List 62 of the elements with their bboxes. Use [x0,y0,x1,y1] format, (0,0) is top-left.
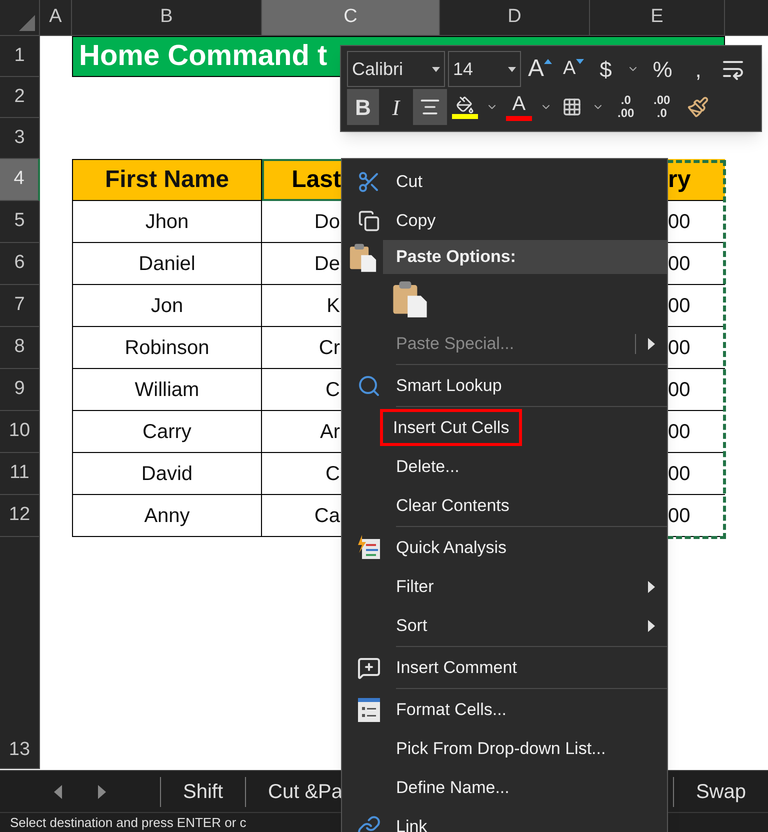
copy-icon [358,210,380,232]
menu-item[interactable]: Filter [342,567,667,606]
next-sheet-button[interactable] [98,784,106,798]
scissors-icon [357,170,381,194]
clipboard-icon [348,242,376,272]
column-header[interactable]: A [40,0,72,35]
table-cell: Robinson [72,327,262,369]
header-cell: First Name [72,159,262,201]
up-triangle-icon [544,58,552,64]
row-header[interactable]: 4 [0,159,40,201]
corner-triangle-icon [19,15,35,31]
row-header[interactable]: 12 [0,495,40,537]
paint-bucket-icon [456,96,474,114]
dropdown-triangle-icon [432,66,440,72]
previous-sheet-button[interactable] [54,784,62,798]
paste-options-heading: Paste Options: [383,240,667,274]
table-cell: Daniel [72,243,262,285]
comment-icon [357,656,381,680]
search-icon [357,374,381,398]
clipboard-icon [392,279,428,319]
submenu-arrow-icon [648,620,655,632]
format-button[interactable]: I [380,89,411,125]
column-header[interactable]: D [440,0,590,35]
row-header[interactable]: 10 [0,411,40,453]
sheet-tab[interactable]: Swap [674,776,768,806]
menu-item[interactable]: Insert Comment [342,648,667,687]
menu-item[interactable]: Format Cells... [342,690,667,729]
quick-analysis-icon [356,534,382,560]
decimal-button[interactable]: .0 .00 [608,89,643,125]
font-size-field[interactable]: 14 [448,51,521,87]
align-center-icon[interactable] [412,89,447,125]
row-header[interactable]: 7 [0,285,40,327]
down-triangle-icon [576,58,584,64]
font-name-field[interactable]: Calibri [347,51,445,87]
table-cell: Jon [72,285,262,327]
row-header[interactable]: 1 [0,36,40,77]
menu-item[interactable]: Sort [342,606,667,645]
link-icon [357,814,381,832]
row-header[interactable]: 3 [0,118,40,159]
table-cell: William [72,369,262,411]
table-cell: Carry [72,411,262,453]
decimal-button[interactable]: .00 .0 [644,89,679,125]
row-header[interactable]: 5 [0,201,40,243]
row-header[interactable]: 9 [0,369,40,411]
format-button[interactable]: B [347,89,379,125]
column-header[interactable]: C [262,0,440,35]
dropdown-triangle-icon [508,66,516,72]
column-header[interactable]: E [590,0,725,35]
submenu-arrow-icon [648,338,655,350]
table-cell: Anny [72,495,262,537]
table-cell: Jhon [72,201,262,243]
row-header[interactable]: 11 [0,453,40,495]
row-header[interactable]: 2 [0,77,40,118]
font-color-button[interactable]: A [502,89,535,125]
row-header[interactable]: 8 [0,327,40,369]
table-cell: David [72,453,262,495]
row-header[interactable]: 6 [0,243,40,285]
row-header[interactable]: 13 [0,537,40,769]
menu-item[interactable]: Pick From Drop-down List... [342,729,667,768]
format-cells-icon [357,696,381,722]
submenu-arrow-icon [648,580,655,592]
sheet-tab[interactable]: Shift [161,776,246,806]
